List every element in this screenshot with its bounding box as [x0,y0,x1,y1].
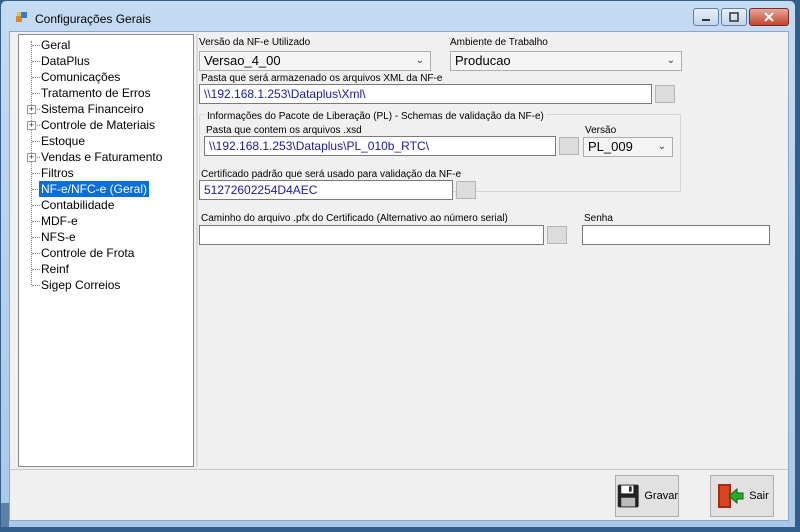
settings-window: Configurações Gerais Geral DataPlus Comuni… [0,0,796,528]
tree-item[interactable]: NF-e/NFC-e (Geral) [39,181,150,197]
maximize-icon [729,12,739,22]
maximize-button[interactable] [721,8,747,26]
tree-item[interactable]: Contabilidade [39,197,116,213]
caminho-pfx-label: Caminho do arquivo .pfx do Certificado (… [201,213,508,224]
sair-label: Sair [749,490,769,502]
versao-nfe-label: Versão da NF-e Utilizado [199,37,311,48]
ambiente-value: Producao [455,53,511,68]
certificado-label: Certificado padrão que será usado para v… [201,169,462,180]
versao-pl-label: Versão [585,125,617,136]
splitter[interactable] [196,34,198,467]
tree-item[interactable]: Sistema Financeiro [39,101,146,117]
sair-button[interactable]: Sair [710,475,774,517]
pl-group-label: Informações do Pacote de Liberação (PL) … [205,111,546,122]
senha-field[interactable] [582,225,770,245]
caminho-pfx-field[interactable] [199,225,544,245]
gravar-button[interactable]: Gravar [615,475,679,517]
tree-item[interactable]: Geral [39,37,72,53]
certificado-field[interactable]: 51272602254D4AEC [199,180,453,200]
exit-door-icon [718,484,744,508]
versao-pl-value: PL_009 [588,139,633,154]
pasta-xml-label: Pasta que será armazenado os arquivos XM… [201,73,443,84]
client-area: Geral DataPlus Comunicações Tratamento de E… [9,31,789,521]
pasta-xml-field[interactable]: \\192.168.1.253\Dataplus\Xml\ [199,84,652,104]
chevron-down-icon: ⌄ [657,141,666,152]
versao-pl-select[interactable]: PL_009 ⌄ [583,137,673,157]
chevron-down-icon: ⌄ [666,55,675,66]
title-bar[interactable]: Configurações Gerais [1,1,795,31]
close-button[interactable] [749,8,789,26]
expand-icon[interactable]: + [27,153,36,162]
expand-icon[interactable]: + [27,121,36,130]
window-title: Configurações Gerais [35,12,152,26]
save-icon [617,484,639,508]
gravar-label: Gravar [644,490,678,502]
tree-item[interactable]: MDF-e [39,213,80,229]
tree-item[interactable]: Reinf [39,261,71,277]
action-bar: Gravar Sair [10,469,788,521]
pasta-xsd-field[interactable]: \\192.168.1.253\Dataplus\PL_010b_RTC\ [204,136,556,156]
versao-nfe-select[interactable]: Versao_4_00 ⌄ [199,51,431,71]
minimize-icon [702,19,710,21]
minimize-button[interactable] [693,8,719,26]
tree-item[interactable]: DataPlus [39,53,92,69]
tree-item[interactable]: Tratamento de Erros [39,85,153,101]
certificado-select-button[interactable] [456,181,476,199]
tree-item[interactable]: Comunicações [39,69,122,85]
senha-label: Senha [584,213,613,224]
tree-item[interactable]: Estoque [39,133,87,149]
versao-nfe-value: Versao_4_00 [204,53,281,68]
tree-item[interactable]: Filtros [39,165,76,181]
pasta-xml-browse-button[interactable] [655,85,675,103]
pasta-xsd-label: Pasta que contem os arquivos .xsd [206,125,362,136]
tree-item[interactable]: Controle de Materiais [39,117,157,133]
tree-item[interactable]: NFS-e [39,229,78,245]
chevron-down-icon: ⌄ [415,55,424,66]
expand-icon[interactable]: + [27,105,36,114]
ambiente-select[interactable]: Producao ⌄ [450,51,682,71]
settings-tree[interactable]: Geral DataPlus Comunicações Tratamento de E… [18,34,194,467]
tree-item[interactable]: Sigep Correios [39,277,122,293]
ambiente-label: Ambiente de Trabalho [450,37,548,48]
window-corner [1,503,9,527]
app-icon [16,12,27,22]
pasta-xsd-browse-button[interactable] [559,137,579,155]
tree-item[interactable]: Vendas e Faturamento [39,149,164,165]
caminho-pfx-browse-button[interactable] [547,226,567,244]
close-icon [764,12,774,22]
tree-item[interactable]: Controle de Frota [39,245,136,261]
